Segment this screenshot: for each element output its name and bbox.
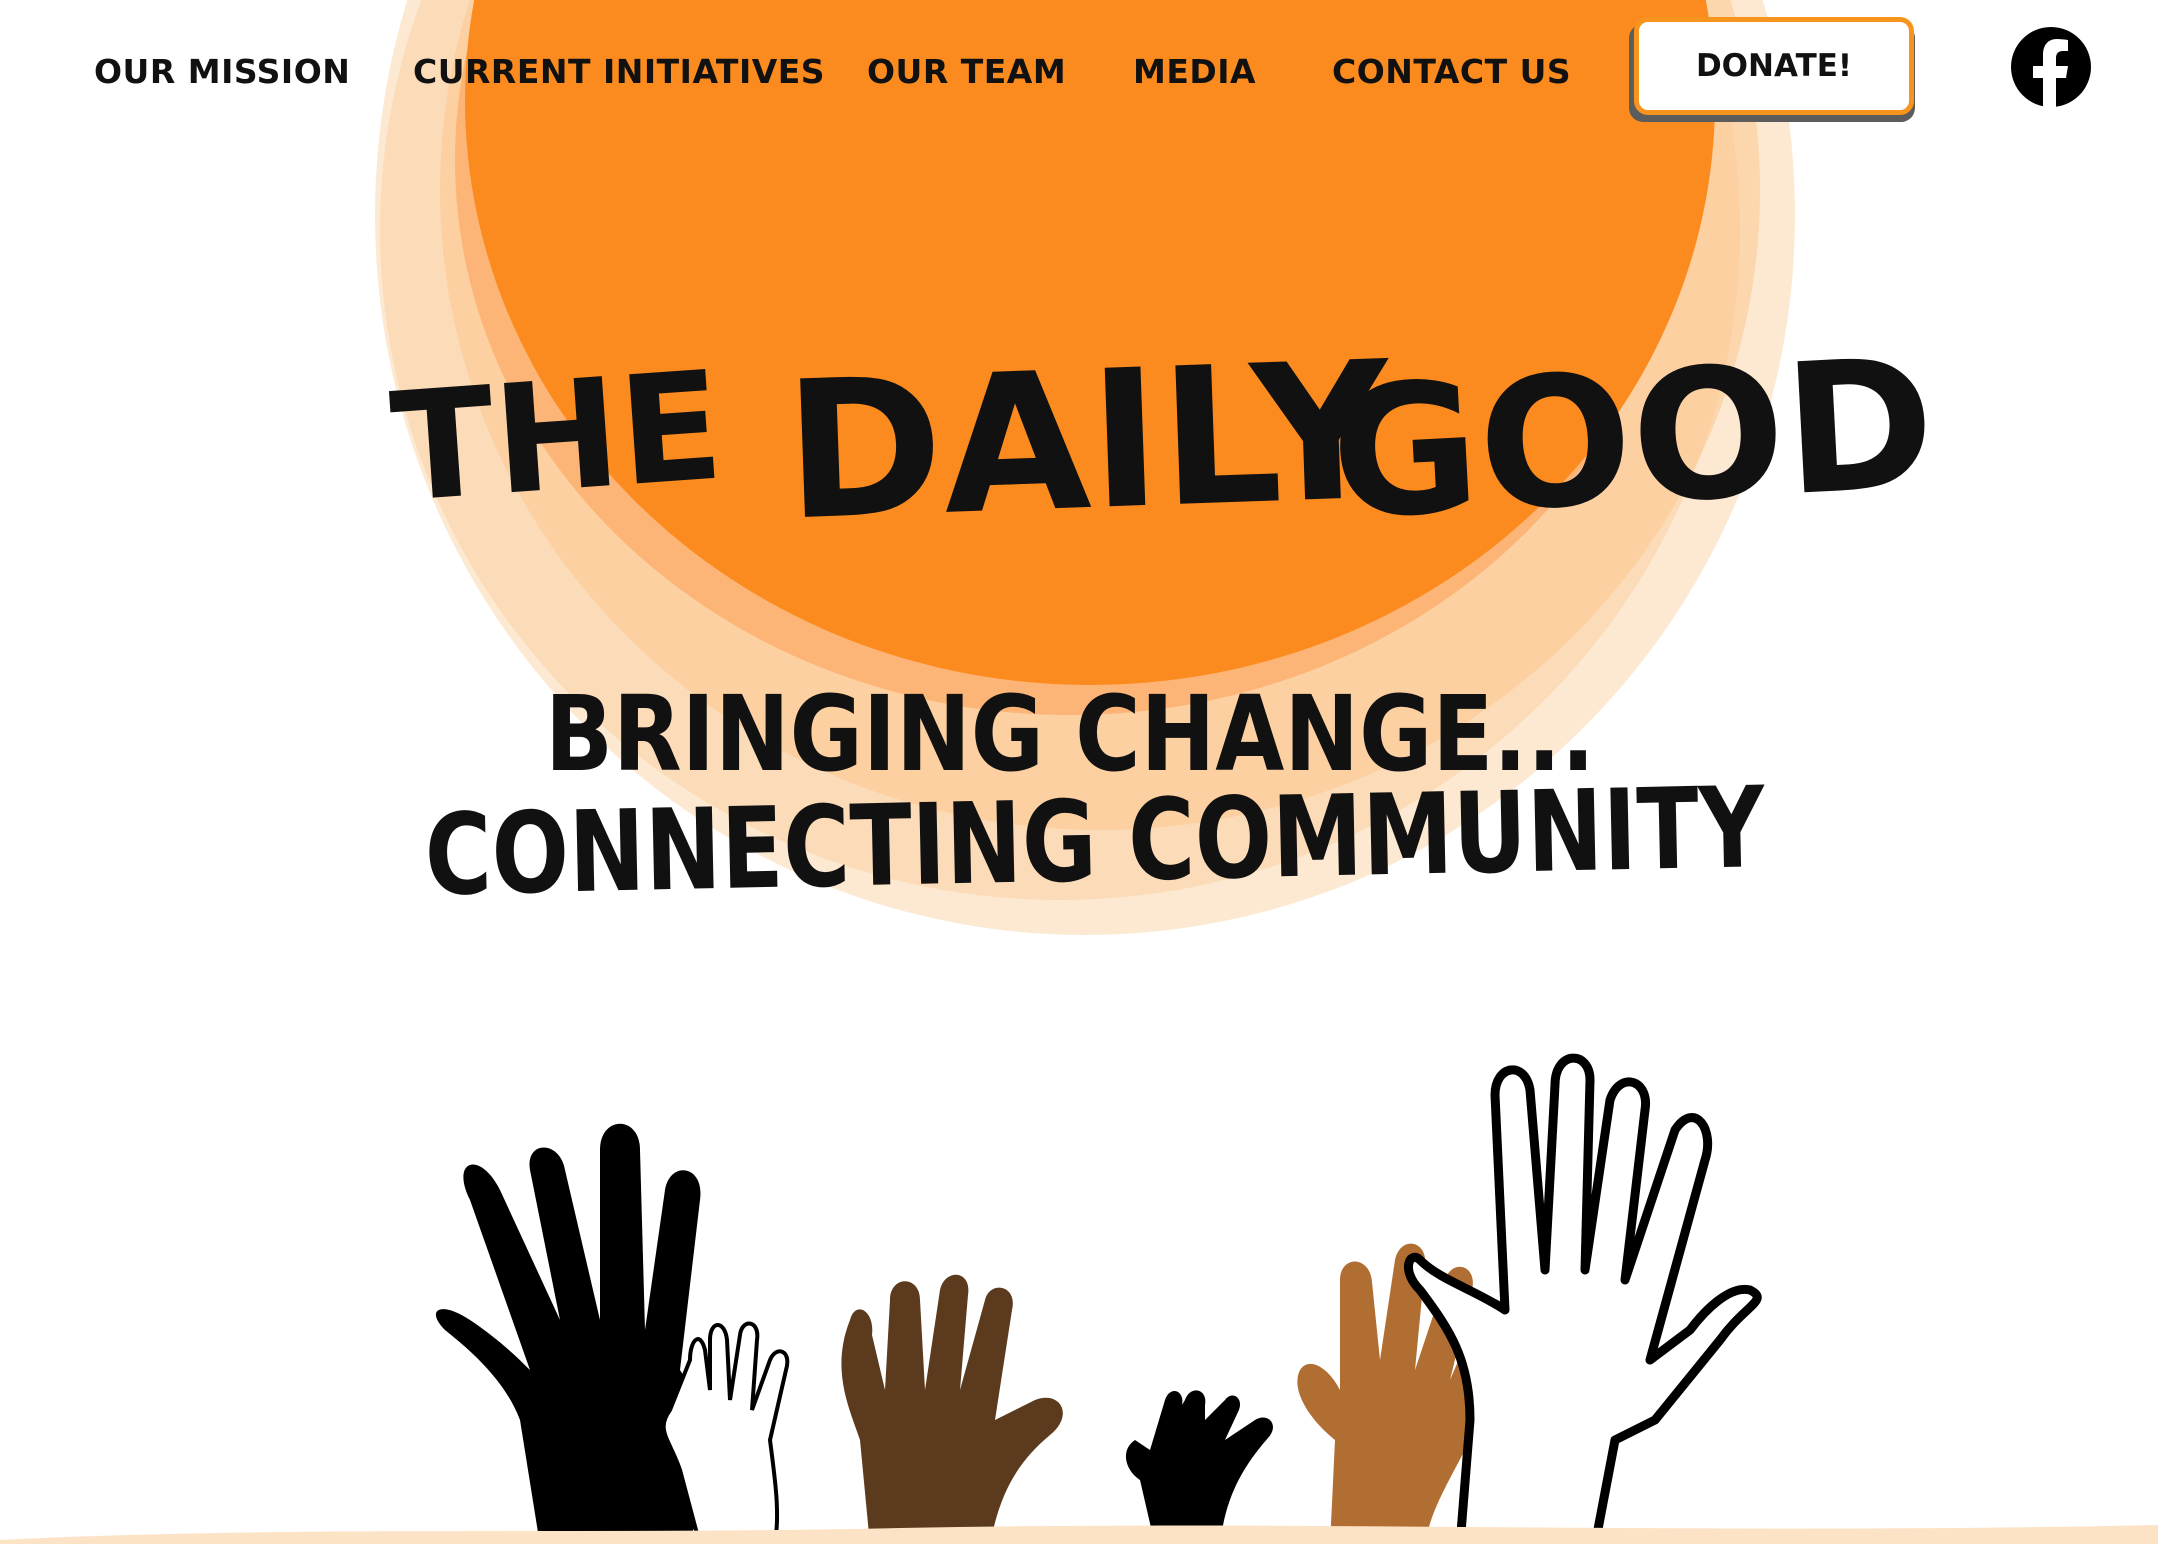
logo-word-good: GOOD bbox=[1326, 320, 1939, 560]
logo-word-daily: DAILY bbox=[781, 320, 1395, 562]
nav-item-contact-us[interactable]: CONTACT US bbox=[1332, 52, 1571, 91]
donate-button[interactable]: DONATE! bbox=[1634, 17, 1914, 115]
tagline: BRINGING CHANGE... CONNECTING COMMUNITY bbox=[424, 673, 1768, 921]
white-hand-large bbox=[1403, 1053, 1762, 1544]
tagline-line-2: CONNECTING COMMUNITY bbox=[424, 763, 1768, 921]
facebook-icon bbox=[2011, 27, 2091, 108]
black-hand-small bbox=[1126, 1390, 1273, 1544]
page: THE DAILY GOOD BRINGING CHANGE... CONNEC… bbox=[0, 0, 2158, 1544]
raised-hands-illustration bbox=[435, 1053, 1762, 1544]
main-nav: OUR MISSION CURRENT INITIATIVES OUR TEAM… bbox=[0, 0, 2158, 150]
nav-item-media[interactable]: MEDIA bbox=[1133, 52, 1256, 91]
nav-item-our-mission[interactable]: OUR MISSION bbox=[94, 52, 350, 91]
brown-hand-dark bbox=[841, 1274, 1063, 1544]
black-hand-large bbox=[435, 1123, 701, 1544]
facebook-link[interactable] bbox=[2010, 26, 2092, 108]
ground-strip bbox=[0, 1525, 2158, 1544]
hero-illustration: THE DAILY GOOD BRINGING CHANGE... CONNEC… bbox=[0, 0, 2158, 1544]
logo-word-the: THE bbox=[386, 339, 728, 536]
nav-item-current-initiatives[interactable]: CURRENT INITIATIVES bbox=[413, 52, 825, 91]
nav-item-our-team[interactable]: OUR TEAM bbox=[867, 52, 1066, 91]
